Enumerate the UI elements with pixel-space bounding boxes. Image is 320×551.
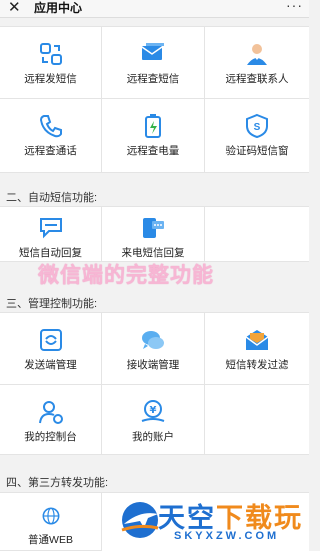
section-title-management: 三、管理控制功能: [6,298,98,310]
call-sms-reply-item[interactable]: 来电短信回复 [102,207,205,262]
management-grid: 发送端管理 接收端管理 短信转发过滤 我的控制台 ¥ 我的账户 [0,312,309,455]
item-label: 接收端管理 [126,359,180,371]
brand-name-part1: 天空 [158,503,216,533]
my-console-item[interactable]: 我的控制台 [0,385,102,455]
item-label: 验证码短信窗 [225,145,289,157]
item-label: 远程查短信 [126,73,180,85]
watermark-text: 微信端的完整功能 [38,264,214,287]
sms-forward-filter-icon [245,330,269,350]
item-label: 短信转发过滤 [225,359,289,371]
my-account-item[interactable]: ¥ 我的账户 [102,385,205,455]
call-sms-reply-icon [143,218,164,238]
more-icon[interactable]: ··· [286,0,303,14]
item-label: 远程查联系人 [225,73,289,85]
plane-logo-icon [121,502,159,538]
empty-cell [205,207,309,262]
remote-battery-item[interactable]: 远程查电量 [102,99,205,173]
remote-battery-icon [145,114,161,138]
item-label: 我的账户 [132,431,174,443]
svg-text:¥: ¥ [150,405,157,416]
sender-manage-item[interactable]: 发送端管理 [0,313,102,385]
page-title: 应用中心 [34,1,83,15]
verification-sms-icon: S [246,113,268,139]
sms-auto-reply-icon [39,218,62,239]
my-account-icon: ¥ [141,400,165,422]
auto-sms-grid: 短信自动回复 来电短信回复 [0,206,309,262]
verification-sms-item[interactable]: S 验证码短信窗 [205,99,309,173]
remote-calls-icon [39,115,62,138]
section-title-auto-sms: 二、自动短信功能: [6,192,98,204]
close-icon[interactable]: ✕ [8,0,21,16]
item-label: 发送端管理 [24,359,77,371]
web-forward-item[interactable]: 普通WEB [0,493,102,551]
sms-forward-filter-item[interactable]: 短信转发过滤 [205,313,309,385]
sender-manage-icon [39,329,62,351]
brand-domain: SKYXZW.COM [174,530,280,542]
remote-contacts-icon [247,44,267,65]
web-globe-icon [42,507,59,525]
remote-functions-grid: 远程发短信 远程查短信 远程查联系人 远程查通话 远程查电量 S 验证码短信窗 [0,26,309,173]
my-console-icon [38,401,63,424]
receiver-manage-icon [142,331,164,349]
item-label: 普通WEB [28,534,73,546]
receiver-manage-item[interactable]: 接收端管理 [102,313,205,385]
remote-check-sms-icon [141,43,164,60]
brand-logo: 天空下载玩 SKYXZW.COM [118,496,309,550]
item-label: 短信自动回复 [19,247,82,259]
empty-cell [205,385,309,455]
top-bar: ✕ 应用中心 ··· [0,0,309,18]
svg-text:S: S [254,122,261,133]
brand-name-part2: 下载玩 [216,503,303,533]
sms-auto-reply-item[interactable]: 短信自动回复 [0,207,102,262]
item-label: 我的控制台 [24,431,77,443]
remote-send-sms-item[interactable]: 远程发短信 [0,27,102,99]
item-label: 远程查电量 [126,145,180,157]
section-title-third-party: 四、第三方转发功能: [6,477,109,489]
item-label: 来电短信回复 [121,247,185,259]
remote-send-sms-icon [39,43,62,65]
item-label: 远程发短信 [24,73,77,85]
item-label: 远程查通话 [24,145,77,157]
remote-check-sms-item[interactable]: 远程查短信 [102,27,205,99]
remote-contacts-item[interactable]: 远程查联系人 [205,27,309,99]
remote-calls-item[interactable]: 远程查通话 [0,99,102,173]
